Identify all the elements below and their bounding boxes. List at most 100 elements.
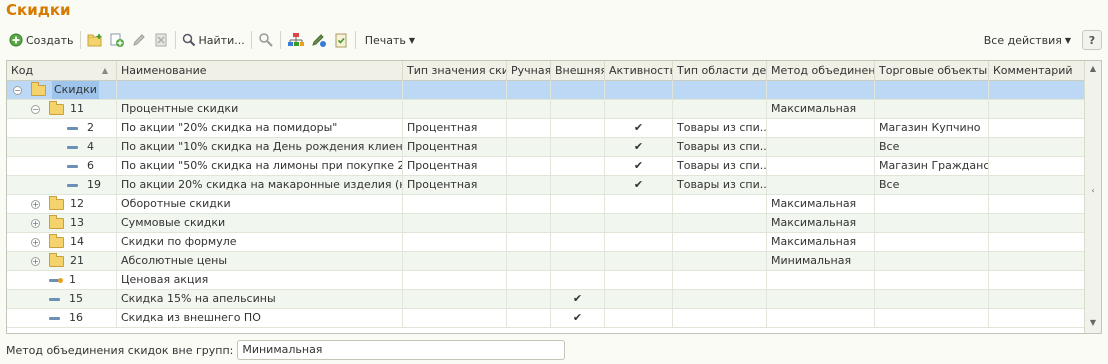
cell-code: 1 [7,271,117,289]
cell-area-type: Товары из спи... [673,119,767,137]
cell-code: +12 [7,195,117,213]
page-title: Скидки [6,1,71,19]
table-row[interactable]: +14 Скидки по формуле Максимальная [7,233,1085,252]
cancel-search-button[interactable] [255,30,277,50]
table-row[interactable]: +21 Абсолютные цены Минимальная [7,252,1085,271]
cell-value-type [403,309,507,327]
help-button[interactable]: ? [1082,30,1102,50]
edit-button[interactable] [128,30,150,50]
column-header-merge-method[interactable]: Метод объединен... [767,61,875,81]
delete-mark-button[interactable] [150,30,172,50]
cell-stores [875,214,989,232]
merge-method-label: Метод объединения скидок вне групп: [6,343,234,357]
cell-code: 19 [7,176,117,194]
cell-area-type [673,195,767,213]
create-button-label: Создать [26,33,74,47]
cell-comment [989,157,1085,175]
cell-active [605,290,673,308]
table-row[interactable]: 4 По акции "10% скидка на День рождения к… [7,138,1085,157]
scroll-thumb-icon[interactable]: ‹ [1085,183,1101,199]
code-text: 14 [70,235,84,248]
cell-stores [875,309,989,327]
cell-value-type [403,271,507,289]
create-group-button[interactable] [84,30,106,50]
table-row[interactable]: 6 По акции "50% скидка на лимоны при поку… [7,157,1085,176]
column-header-value-type[interactable]: Тип значения ски... [403,61,507,81]
cell-comment [989,100,1085,118]
cell-code: 4 [7,138,117,156]
copy-button[interactable] [106,30,128,50]
cell-merge-method [767,157,875,175]
cell-code: +13 [7,214,117,232]
cell-manual [507,119,551,137]
hierarchy-button[interactable] [284,30,308,50]
expand-icon[interactable]: + [31,218,40,228]
cell-manual [507,138,551,156]
folder-icon [49,100,64,115]
table-row[interactable]: 15 Скидка 15% на апельсины ✔ [7,290,1085,309]
all-actions-button[interactable]: Все действия ▼ [978,30,1074,50]
find-button[interactable]: Найти... [179,30,248,50]
table-row[interactable]: 16 Скидка из внешнего ПО ✔ [7,309,1085,328]
merge-method-input[interactable]: Минимальная [237,340,566,360]
toolbar: Создать Найти... Печать ▼ Все действия ▼ [6,29,1102,51]
table-row[interactable]: 2 По акции "20% скидка на помидоры" Процен… [7,119,1085,138]
add-circle-icon [9,33,23,47]
cell-manual [507,214,551,232]
code-text: 4 [87,140,94,153]
column-header-area-type[interactable]: Тип области де... [673,61,767,81]
cell-code: +21 [7,252,117,270]
print-button[interactable]: Печать ▼ [359,30,418,50]
folder-icon [49,233,64,248]
table-row[interactable]: 19 По акции 20% скидка на макаронные изде… [7,176,1085,195]
table-row[interactable]: +12 Оборотные скидки Максимальная [7,195,1085,214]
code-text: 19 [87,178,101,191]
column-header-name[interactable]: Наименование [117,61,403,81]
new-folder-icon [87,34,101,47]
cell-name: Скидки по формуле [117,233,403,251]
column-header-code[interactable]: Код ▲ [7,61,117,81]
cell-merge-method [767,309,875,327]
code-text: 2 [87,121,94,134]
cell-area-type: Товары из спи... [673,176,767,194]
cell-stores: Все [875,138,989,156]
cell-area-type: Товары из спи... [673,138,767,156]
validate-button[interactable] [330,30,352,50]
code-text: 16 [69,311,83,324]
expand-icon[interactable]: + [31,256,40,266]
table-row[interactable]: − 11 Процентные скидки Максимальная [7,100,1085,119]
toolbar-separator [79,31,81,49]
code-text: 6 [87,159,94,172]
vertical-scrollbar[interactable]: ▲ ‹ ▼ [1084,61,1101,333]
table-row[interactable]: − Скидки [7,81,1085,100]
cell-external: ✔ [551,290,605,308]
table-row[interactable]: 1 Ценовая акция [7,271,1085,290]
cell-merge-method: Минимальная [767,252,875,270]
cell-area-type [673,100,767,118]
cell-value-type [403,81,507,99]
collapse-icon[interactable]: − [13,85,22,95]
help-icon: ? [1088,33,1096,47]
cell-manual [507,176,551,194]
column-header-manual[interactable]: Ручная [507,61,551,81]
column-header-stores[interactable]: Торговые объекты [875,61,989,81]
cell-external [551,176,605,194]
discounts-table[interactable]: Код ▲ Наименование Тип значения ски... Р… [6,60,1102,334]
column-header-comment[interactable]: Комментарий [989,61,1085,81]
cell-name: Абсолютные цены [117,252,403,270]
scroll-up-icon[interactable]: ▲ [1085,61,1101,77]
sort-icon: ▲ [101,66,108,75]
delete-mark-icon [155,33,166,47]
column-header-active[interactable]: Активность [605,61,673,81]
collapse-icon[interactable]: − [31,104,40,114]
cell-value-type: Процентная [403,157,507,175]
create-button[interactable]: Создать [6,30,77,50]
expand-icon[interactable]: + [31,237,40,247]
cell-name: По акции "50% скидка на лимоны при покуп… [117,157,403,175]
edit-rule-button[interactable] [308,30,330,50]
column-header-external[interactable]: Внешняя [551,61,605,81]
scroll-down-icon[interactable]: ▼ [1085,315,1101,331]
expand-icon[interactable]: + [31,199,40,209]
table-row[interactable]: +13 Суммовые скидки Максимальная [7,214,1085,233]
cell-comment [989,233,1085,251]
